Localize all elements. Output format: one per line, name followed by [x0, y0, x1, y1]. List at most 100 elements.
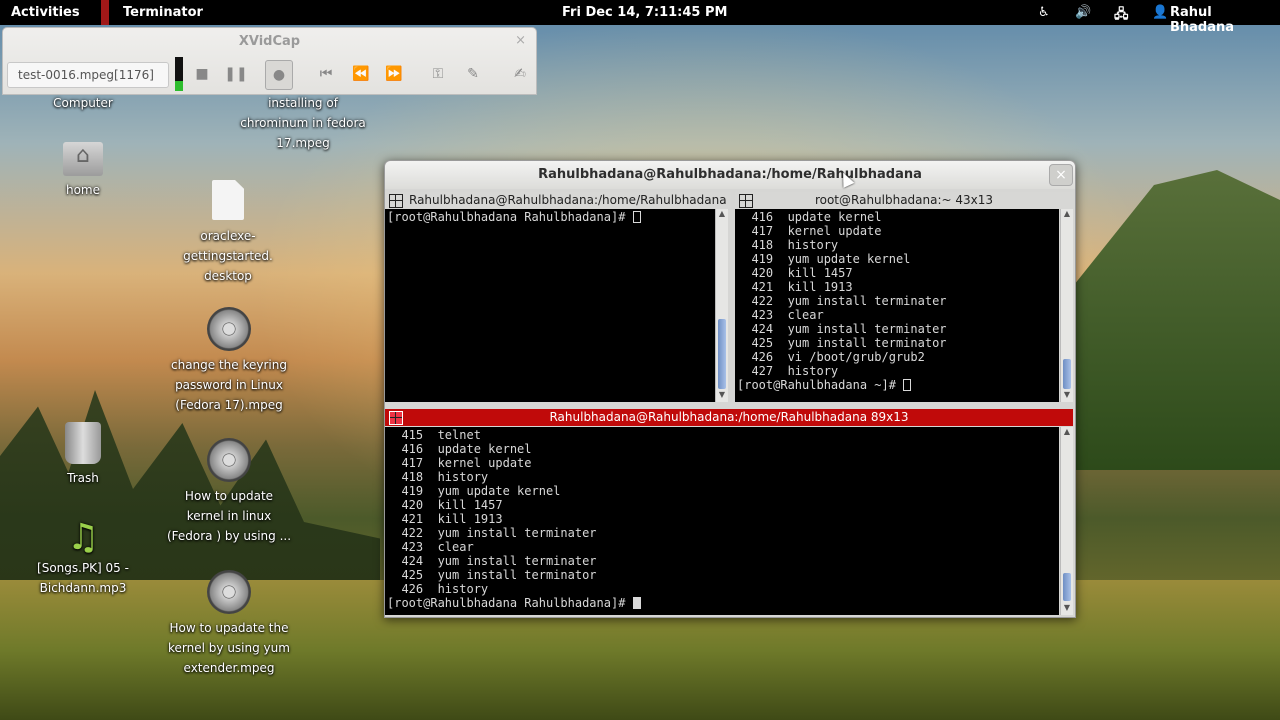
desktop-icon-chromium-video[interactable]: installing of chrominum in fedora 17.mpe…	[228, 93, 378, 153]
notes-icon[interactable]: ✍	[507, 60, 533, 88]
terminal-line: 420 kill 1457	[737, 266, 853, 280]
desktop-label: Computer	[53, 96, 113, 110]
pane3-title: Rahulbhadana@Rahulbhadana:/home/Rahulbha…	[549, 410, 909, 424]
pause-icon[interactable]: ❚❚	[223, 60, 249, 88]
desktop-label: Trash	[67, 471, 99, 485]
scroll-down-icon[interactable]: ▼	[716, 390, 728, 402]
desktop-label: kernel in linux	[186, 509, 272, 523]
terminal-line: 423 clear	[737, 308, 824, 322]
audio-level-meter	[175, 57, 183, 91]
desktop-label: [Songs.PK] 05 -	[37, 561, 129, 575]
pane1-titlebar[interactable]: Rahulbhadana@Rahulbhadana:/home/Rahulbha…	[385, 192, 731, 209]
desktop-label: change the keyring	[171, 358, 287, 372]
scrollbar-thumb[interactable]	[1063, 573, 1071, 601]
terminal-line: 422 yum install terminater	[737, 294, 947, 308]
grid-icon[interactable]	[389, 194, 403, 208]
video-file-icon	[207, 438, 251, 482]
scroll-up-icon[interactable]: ▲	[1061, 427, 1073, 439]
scroll-down-icon[interactable]: ▼	[1061, 390, 1073, 402]
pane3-prompt: [root@Rahulbhadana Rahulbhadana]#	[387, 596, 633, 610]
desktop-icon-computer[interactable]: Computer	[38, 93, 128, 113]
terminal-line: 419 yum update kernel	[387, 484, 561, 498]
terminal-line: 421 kill 1913	[737, 280, 853, 294]
pane2-terminal[interactable]: 416 update kernel 417 kernel update 418 …	[735, 209, 1059, 402]
desktop-label: desktop	[204, 269, 252, 283]
terminal-line: 417 kernel update	[737, 224, 882, 238]
settings-icon[interactable]: ⚿	[425, 60, 451, 88]
terminal-line: 418 history	[737, 238, 839, 252]
terminal-cursor	[632, 211, 641, 223]
desktop-label: Bichdann.mp3	[39, 581, 127, 595]
home-folder-icon	[63, 142, 103, 176]
edit-icon[interactable]: ✎	[460, 60, 486, 88]
desktop-icon-trash[interactable]: Trash	[38, 422, 128, 488]
desktop-icon-home[interactable]: home	[38, 142, 128, 200]
xvidcap-file-field[interactable]: test-0016.mpeg[1176]	[7, 62, 169, 88]
accessibility-icon[interactable]: ♿	[1038, 5, 1050, 20]
scrollbar-thumb[interactable]	[718, 319, 726, 389]
pane1-scrollbar[interactable]: ▲ ▼	[715, 209, 728, 402]
scrollbar-thumb[interactable]	[1063, 359, 1071, 389]
terminal-line: 425 yum install terminator	[387, 568, 597, 582]
scroll-down-icon[interactable]: ▼	[1061, 603, 1073, 615]
desktop-label: gettingstarted.	[183, 249, 273, 263]
desktop-label: extender.mpeg	[183, 661, 275, 675]
scroll-up-icon[interactable]: ▲	[1061, 209, 1073, 221]
desktop-icon-update-kernel-video[interactable]: How to update kernel in linux (Fedora ) …	[163, 438, 295, 546]
pane1-terminal[interactable]: [root@Rahulbhadana Rahulbhadana]#	[385, 209, 715, 402]
activities-button[interactable]: Activities	[11, 5, 80, 20]
terminal-line: 416 update kernel	[387, 442, 532, 456]
pane3-scrollbar[interactable]: ▲ ▼	[1060, 427, 1073, 615]
video-file-icon	[207, 307, 251, 351]
rewind-start-icon[interactable]: ⏮	[313, 60, 339, 88]
clock[interactable]: Fri Dec 14, 7:11:45 PM	[562, 5, 727, 20]
desktop-label: How to update	[184, 489, 274, 503]
desktop-icon-yum-extender-video[interactable]: How to upadate the kernel by using yum e…	[158, 570, 300, 678]
terminal-line: 417 kernel update	[387, 456, 532, 470]
network-icon[interactable]: 🖧	[1114, 5, 1129, 27]
desktop-label: (Fedora ) by using ...	[166, 529, 292, 543]
terminal-line: 426 vi /boot/grub/grub2	[737, 350, 925, 364]
pane3-titlebar[interactable]: Rahulbhadana@Rahulbhadana:/home/Rahulbha…	[385, 409, 1073, 426]
terminal-line: 426 history	[387, 582, 489, 596]
desktop-icon-song[interactable]: ♫ [Songs.PK] 05 - Bichdann.mp3	[28, 518, 138, 598]
xvidcap-window: XVidCap × test-0016.mpeg[1176] ■ ❚❚ ● ⏮ …	[2, 27, 537, 95]
video-file-icon	[207, 570, 251, 614]
terminator-titlebar[interactable]: Rahulbhadana@Rahulbhadana:/home/Rahulbha…	[385, 161, 1075, 189]
forward-icon[interactable]: ⏩	[381, 60, 407, 88]
trash-icon	[65, 422, 101, 464]
terminal-line: 420 kill 1457	[387, 498, 503, 512]
desktop-label: kernel by using yum	[168, 641, 290, 655]
xvidcap-title: XVidCap	[238, 34, 301, 49]
volume-icon[interactable]: 🔊	[1075, 5, 1091, 20]
user-icon: 👤	[1152, 5, 1169, 20]
desktop-icon-keyring-video[interactable]: change the keyring password in Linux (Fe…	[163, 307, 295, 415]
app-menu-button[interactable]: Terminator	[123, 5, 203, 20]
terminal-line: 425 yum install terminator	[737, 336, 947, 350]
desktop-icon-oracle[interactable]: oraclexe- gettingstarted. desktop	[168, 180, 288, 286]
top-bar: Activities Terminator Fri Dec 14, 7:11:4…	[0, 0, 1280, 35]
text-file-icon	[212, 180, 244, 220]
desktop-label: installing of	[268, 96, 338, 110]
record-icon[interactable]: ●	[265, 60, 293, 90]
terminal-line: 415 telnet	[387, 428, 481, 442]
pane3-terminal[interactable]: 415 telnet 416 update kernel 417 kernel …	[385, 427, 1059, 615]
desktop-label: How to upadate the	[169, 621, 289, 635]
terminal-line: 416 update kernel	[737, 210, 882, 224]
wallpaper-mountain	[1070, 170, 1280, 470]
desktop-label: home	[65, 183, 101, 197]
pane2-titlebar[interactable]: root@Rahulbhadana:~ 43x13	[735, 192, 1073, 209]
stop-icon[interactable]: ■	[189, 60, 215, 88]
rewind-icon[interactable]: ⏪	[348, 60, 374, 88]
terminal-line: 427 history	[737, 364, 839, 378]
xvidcap-close-button[interactable]: ×	[515, 33, 526, 48]
scroll-up-icon[interactable]: ▲	[716, 209, 728, 221]
user-menu-button[interactable]: Rahul Bhadana	[1170, 5, 1280, 35]
pane2-prompt: [root@Rahulbhadana ~]#	[737, 378, 904, 392]
terminal-line: 419 yum update kernel	[737, 252, 911, 266]
desktop-label: password in Linux	[175, 378, 283, 392]
desktop-label: chrominum in fedora	[240, 116, 366, 130]
desktop-label: oraclexe-	[200, 229, 256, 243]
window-close-button[interactable]: ×	[1049, 164, 1073, 186]
pane2-scrollbar[interactable]: ▲ ▼	[1060, 209, 1073, 402]
